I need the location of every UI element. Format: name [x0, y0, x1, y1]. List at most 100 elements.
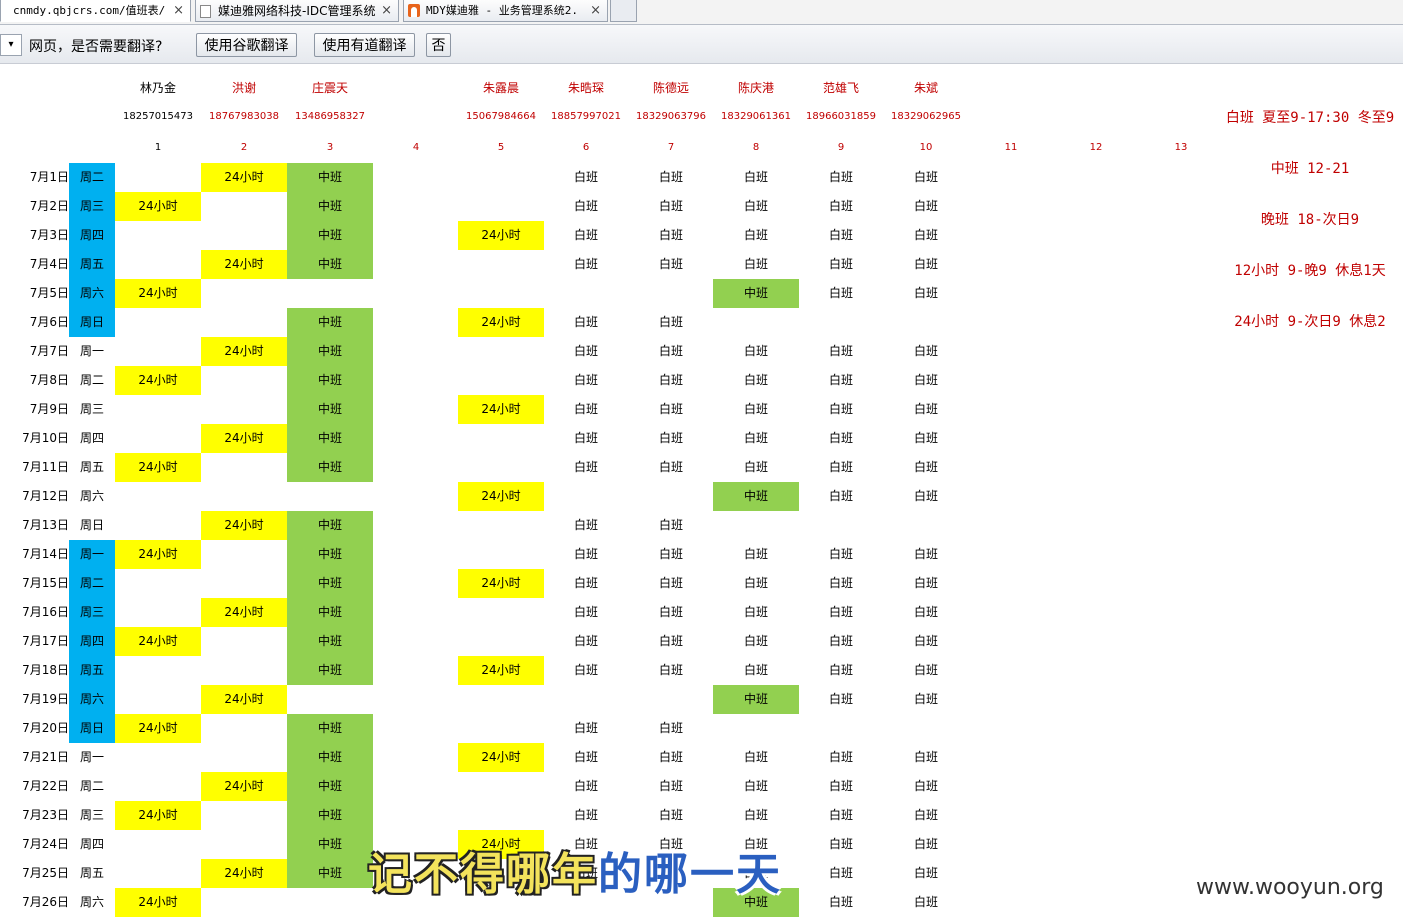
weekday-cell: 周三 [79, 402, 104, 416]
shift-cell: 白班 [658, 257, 683, 271]
shift-cell: 白班 [828, 199, 853, 213]
close-icon[interactable]: × [590, 0, 601, 21]
shift-cell: 白班 [913, 199, 938, 213]
shift-cell: 白班 [828, 605, 853, 619]
shift-cell: 白班 [573, 344, 598, 358]
shift-cell: 24小时 [115, 192, 201, 221]
shift-cell: 白班 [573, 170, 598, 184]
date-cell: 7月13日 [22, 518, 69, 532]
no-translate-button[interactable]: 否 [426, 33, 451, 57]
tab-duty-roster[interactable]: cnmdy.qbjcrs.com/值班表/ × [0, 0, 191, 22]
weekday-cell: 周四 [69, 221, 115, 250]
shift-cell: 白班 [658, 750, 683, 764]
close-icon[interactable]: × [173, 0, 184, 21]
staff-column-number: 12 [1089, 142, 1103, 153]
date-cell: 7月19日 [22, 692, 69, 706]
date-cell: 7月24日 [22, 837, 69, 851]
weekday-cell: 周四 [69, 627, 115, 656]
tab-title: MDY媒迪雅 - 业务管理系统2. [426, 4, 578, 17]
date-cell: 7月9日 [29, 402, 69, 416]
shift-cell: 白班 [913, 489, 938, 503]
shift-cell: 中班 [287, 830, 373, 859]
date-cell: 7月12日 [22, 489, 69, 503]
date-cell: 7月14日 [22, 547, 69, 561]
shift-cell: 白班 [573, 605, 598, 619]
shift-cell: 白班 [913, 228, 938, 242]
shift-cell: 24小时 [201, 337, 287, 366]
tab-idc-management[interactable]: 媒迪雅网络科技-IDC管理系统 × [195, 0, 399, 22]
shift-cell: 24小时 [458, 482, 544, 511]
shift-cell: 白班 [573, 547, 598, 561]
staff-column-number: 11 [1004, 142, 1018, 153]
shift-cell: 白班 [658, 228, 683, 242]
google-translate-button[interactable]: 使用谷歌翻译 [196, 33, 297, 57]
tab-title: cnmdy.qbjcrs.com/值班表/ [13, 4, 166, 17]
youdao-translate-button[interactable]: 使用有道翻译 [314, 33, 415, 57]
shift-cell: 中班 [287, 511, 373, 540]
shift-cell: 24小时 [115, 801, 201, 830]
date-cell: 7月18日 [22, 663, 69, 677]
shift-cell: 白班 [913, 808, 938, 822]
translate-options-dropdown[interactable]: ▾ [0, 34, 22, 56]
shift-cell: 中班 [287, 366, 373, 395]
shift-cell: 白班 [828, 866, 853, 880]
shift-cell: 白班 [743, 605, 768, 619]
shift-cell: 白班 [913, 779, 938, 793]
staff-column-number: 3 [326, 142, 334, 153]
date-cell: 7月17日 [22, 634, 69, 648]
shift-cell: 白班 [743, 576, 768, 590]
staff-column-number: 6 [582, 142, 590, 153]
legend-24h-shift: 24小时 9-次日9 休息2 [1234, 314, 1386, 330]
shift-cell: 白班 [828, 634, 853, 648]
shift-cell: 白班 [658, 663, 683, 677]
tab-business-management[interactable]: MDY媒迪雅 - 业务管理系统2. × [403, 0, 608, 22]
shift-cell: 24小时 [201, 250, 287, 279]
shift-cell: 白班 [828, 837, 853, 851]
shift-cell: 白班 [913, 373, 938, 387]
staff-name: 庄震天 [311, 81, 348, 95]
staff-name: 朱露晨 [482, 81, 519, 95]
new-tab-button[interactable] [610, 0, 637, 22]
shift-cell: 24小时 [201, 598, 287, 627]
shift-cell: 白班 [743, 808, 768, 822]
shift-cell: 白班 [573, 431, 598, 445]
shift-cell: 中班 [713, 685, 799, 714]
shift-cell: 白班 [913, 605, 938, 619]
staff-column-number: 9 [837, 142, 845, 153]
weekday-cell: 周日 [69, 714, 115, 743]
shift-cell: 白班 [573, 750, 598, 764]
shift-cell: 白班 [828, 460, 853, 474]
weekday-cell: 周四 [79, 431, 104, 445]
shift-cell: 白班 [828, 431, 853, 445]
shift-cell: 中班 [287, 221, 373, 250]
weekday-cell: 周三 [69, 598, 115, 627]
shift-cell: 白班 [743, 663, 768, 677]
weekday-cell: 周一 [79, 750, 104, 764]
shift-cell: 白班 [913, 663, 938, 677]
staff-phone: 18329061361 [721, 111, 791, 122]
shift-cell: 白班 [828, 663, 853, 677]
shift-cell: 白班 [658, 344, 683, 358]
shift-cell: 白班 [743, 199, 768, 213]
staff-column-number: 8 [752, 142, 760, 153]
shift-cell: 白班 [658, 547, 683, 561]
shift-cell: 白班 [573, 663, 598, 677]
shift-cell: 白班 [828, 344, 853, 358]
date-cell: 7月10日 [22, 431, 69, 445]
shift-cell: 中班 [287, 540, 373, 569]
shift-cell: 24小时 [201, 772, 287, 801]
date-cell: 7月26日 [22, 895, 69, 909]
staff-name: 林乃金 [139, 81, 176, 95]
shift-cell: 白班 [573, 228, 598, 242]
shift-cell: 中班 [287, 714, 373, 743]
shift-cell: 白班 [658, 460, 683, 474]
date-cell: 7月20日 [22, 721, 69, 735]
shift-cell: 24小时 [458, 569, 544, 598]
shift-cell: 中班 [713, 279, 799, 308]
shift-cell: 白班 [828, 692, 853, 706]
shift-cell: 白班 [913, 576, 938, 590]
shift-cell: 白班 [913, 895, 938, 909]
shift-cell: 24小时 [115, 540, 201, 569]
close-icon[interactable]: × [381, 0, 392, 21]
shift-cell: 24小时 [458, 656, 544, 685]
